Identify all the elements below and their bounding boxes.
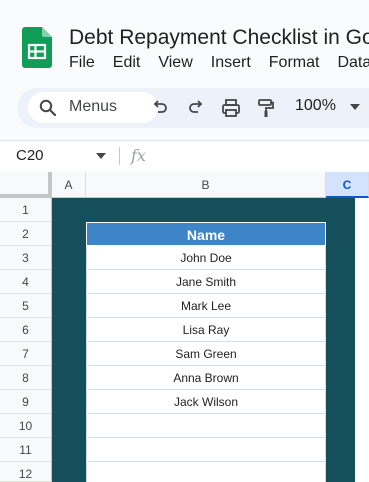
menu-bar: File Edit View Insert Format Data (69, 54, 369, 74)
sheets-app: Debt Repayment Checklist in Go File Edit… (0, 0, 369, 482)
select-all-corner[interactable] (0, 172, 52, 198)
row-header[interactable]: 7 (0, 342, 52, 366)
table-row[interactable]: Lisa Ray (86, 318, 326, 342)
table-row[interactable]: Sam Green (86, 342, 326, 366)
table-row[interactable] (86, 414, 326, 438)
divider (119, 147, 120, 165)
toolbar: Menus 100% (17, 88, 369, 128)
table-row[interactable]: Anna Brown (86, 366, 326, 390)
row-header[interactable]: 6 (0, 318, 52, 342)
table-row[interactable]: John Doe (86, 246, 326, 270)
search-menus-button[interactable]: Menus (28, 92, 158, 123)
column-header-c[interactable]: C (326, 172, 369, 198)
formula-bar: C20 fx (0, 140, 369, 170)
zoom-select[interactable]: 100% (295, 97, 336, 115)
redo-icon[interactable] (186, 98, 206, 118)
table-header-name[interactable]: Name (86, 222, 326, 246)
table-row[interactable]: Jack Wilson (86, 390, 326, 414)
chevron-down-icon[interactable] (350, 104, 360, 110)
row-header[interactable]: 8 (0, 366, 52, 390)
chevron-down-icon[interactable] (96, 153, 106, 159)
row-header[interactable]: 4 (0, 270, 52, 294)
menu-format[interactable]: Format (269, 54, 320, 74)
menu-view[interactable]: View (158, 54, 192, 74)
table-row[interactable]: Mark Lee (86, 294, 326, 318)
column-header-b[interactable]: B (86, 172, 326, 198)
row-header[interactable]: 9 (0, 390, 52, 414)
row-header[interactable]: 3 (0, 246, 52, 270)
spreadsheet-grid: A B C 1 2 3 4 5 6 7 8 9 10 11 12 Name Jo… (0, 172, 369, 482)
row-header[interactable]: 2 (0, 222, 52, 246)
row-header[interactable]: 1 (0, 198, 52, 222)
document-title[interactable]: Debt Repayment Checklist in Go (69, 26, 369, 50)
menu-file[interactable]: File (69, 54, 95, 74)
table-row[interactable] (86, 462, 326, 482)
undo-icon[interactable] (150, 98, 170, 118)
row-header[interactable]: 11 (0, 438, 52, 462)
menu-edit[interactable]: Edit (113, 54, 141, 74)
name-table: Name John Doe Jane Smith Mark Lee Lisa R… (86, 222, 326, 482)
table-row[interactable]: Jane Smith (86, 270, 326, 294)
table-row[interactable] (86, 438, 326, 462)
fx-icon: fx (131, 146, 146, 165)
search-icon (39, 99, 57, 117)
search-label: Menus (69, 98, 118, 115)
column-header-a[interactable]: A (52, 172, 86, 198)
print-icon[interactable] (221, 98, 241, 118)
title-bar: Debt Repayment Checklist in Go File Edit… (0, 0, 369, 84)
paint-format-icon[interactable] (256, 98, 276, 118)
menu-data[interactable]: Data (337, 54, 369, 74)
row-header[interactable]: 12 (0, 462, 52, 482)
row-header[interactable]: 5 (0, 294, 52, 318)
row-header[interactable]: 10 (0, 414, 52, 438)
sheets-logo-icon[interactable] (22, 27, 52, 68)
menu-insert[interactable]: Insert (211, 54, 251, 74)
name-box[interactable]: C20 (16, 147, 44, 164)
